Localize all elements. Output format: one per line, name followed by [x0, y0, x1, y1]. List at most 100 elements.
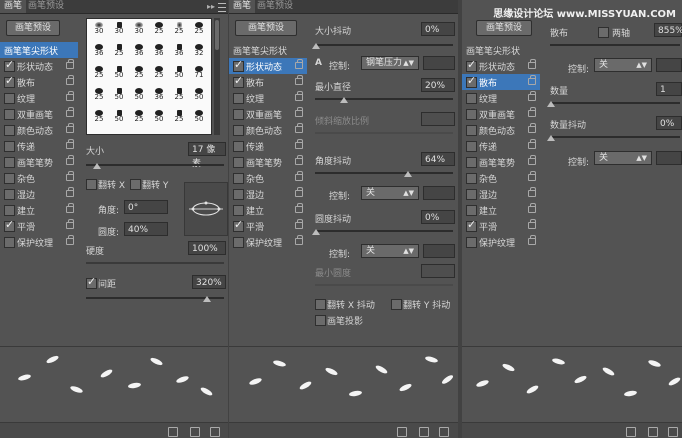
control-dropdown-1[interactable]: 关 ▲▼ [594, 58, 652, 72]
spacing-checkbox[interactable] [86, 275, 97, 289]
brush-tip-cell[interactable]: 50 [109, 87, 129, 101]
control-2-field[interactable] [423, 186, 455, 200]
list-item-build-up[interactable]: 建立 [462, 202, 540, 218]
min-diameter-thumb[interactable] [340, 97, 348, 103]
lock-icon[interactable] [66, 59, 74, 69]
lock-icon[interactable] [66, 91, 74, 101]
checkbox[interactable] [233, 74, 244, 88]
scatter-slider[interactable] [550, 44, 680, 46]
lock-icon[interactable] [528, 75, 536, 85]
spacing-slider-thumb[interactable] [203, 296, 211, 302]
count-field[interactable]: 1 [656, 82, 682, 96]
flip-x-checkbox[interactable] [86, 179, 97, 190]
new-brush-icon[interactable] [648, 427, 658, 437]
checkbox[interactable] [233, 189, 244, 200]
lock-icon[interactable] [66, 139, 74, 149]
checkbox[interactable] [466, 93, 477, 104]
list-item-color-dynamics[interactable]: 颜色动态 [229, 122, 307, 138]
lock-icon[interactable] [295, 235, 303, 245]
control-3-field[interactable] [423, 244, 455, 258]
roundness-jitter-thumb[interactable] [312, 229, 320, 235]
list-item-scattering[interactable]: 散布 [462, 74, 540, 90]
brush-tip-cell[interactable]: 25 [189, 21, 209, 35]
angle-field[interactable]: 0° [124, 200, 168, 214]
checkbox[interactable] [466, 125, 477, 136]
brush-tip-cell[interactable]: 36 [129, 43, 149, 57]
checkbox[interactable] [466, 173, 477, 184]
checkbox[interactable] [4, 109, 15, 120]
roundness-jitter-field[interactable]: 0% [421, 210, 455, 224]
lock-icon[interactable] [528, 219, 536, 229]
brush-tip-cell[interactable]: 32 [189, 43, 209, 57]
list-item-shape-dynamics[interactable]: 形状动态 [229, 58, 307, 74]
brush-tip-cell[interactable]: 36 [89, 43, 109, 57]
lock-icon[interactable] [295, 75, 303, 85]
size-slider[interactable] [86, 164, 224, 166]
checkbox[interactable] [466, 237, 477, 248]
list-item-dual-brush[interactable]: 双重画笔 [462, 106, 540, 122]
brush-tip-cell[interactable]: 25 [89, 87, 109, 101]
list-item-noise[interactable]: 杂色 [229, 170, 307, 186]
list-item-scattering[interactable]: 散布 [0, 74, 78, 90]
list-item-transfer[interactable]: 传递 [0, 138, 78, 154]
brush-tip-cell[interactable]: 36 [149, 43, 169, 57]
list-item-texture[interactable]: 纹理 [229, 90, 307, 106]
list-item-wet-edges[interactable]: 湿边 [0, 186, 78, 202]
lock-icon[interactable] [295, 107, 303, 117]
checkbox[interactable] [233, 237, 244, 248]
list-item-shape-dynamics[interactable]: 形状动态 [462, 58, 540, 74]
count-thumb[interactable] [547, 101, 555, 107]
size-field[interactable]: 17 像素 [188, 142, 226, 169]
panel-menu-icon[interactable] [218, 3, 226, 12]
brush-tip-cell[interactable]: 50 [169, 65, 189, 79]
checkbox[interactable] [4, 218, 15, 232]
brush-tip-cell[interactable]: 25 [149, 65, 169, 79]
lock-icon[interactable] [295, 123, 303, 133]
checkbox[interactable] [233, 157, 244, 168]
brush-tip-cell[interactable]: 25 [129, 109, 149, 123]
list-item-noise[interactable]: 杂色 [0, 170, 78, 186]
list-item-build-up[interactable]: 建立 [229, 202, 307, 218]
brush-tip-cell[interactable]: 36 [169, 43, 189, 57]
list-item-wet-edges[interactable]: 湿边 [462, 186, 540, 202]
list-item-tip-shape[interactable]: 画笔笔尖形状 [462, 42, 540, 58]
list-item-wet-edges[interactable]: 湿边 [229, 186, 307, 202]
checkbox[interactable] [233, 173, 244, 184]
checkbox[interactable] [4, 141, 15, 152]
tab-brush-presets[interactable]: 画笔预设 [24, 0, 68, 13]
brush-tip-cell[interactable]: 25 [89, 65, 109, 79]
checkbox[interactable] [4, 125, 15, 136]
checkbox[interactable] [466, 109, 477, 120]
lock-icon[interactable] [66, 107, 74, 117]
tab-brush-presets[interactable]: 画笔预设 [253, 0, 297, 13]
list-item-shape-dynamics[interactable]: 形状动态 [0, 58, 78, 74]
size-slider-thumb[interactable] [93, 163, 101, 169]
checkbox[interactable] [466, 205, 477, 216]
control-dropdown-2[interactable]: 关 ▲▼ [594, 151, 652, 165]
list-item-tip-shape[interactable]: 画笔笔尖形状 [229, 42, 307, 58]
lock-icon[interactable] [295, 203, 303, 213]
fade-field[interactable] [423, 56, 455, 70]
brush-projection-checkbox[interactable] [315, 315, 326, 326]
list-item-smoothing[interactable]: 平滑 [229, 218, 307, 234]
tab-brush[interactable]: 画笔 [229, 0, 256, 13]
both-axes-checkbox[interactable] [598, 27, 609, 38]
checkbox[interactable] [4, 58, 15, 72]
lock-icon[interactable] [528, 91, 536, 101]
lock-icon[interactable] [66, 155, 74, 165]
checkbox[interactable] [4, 237, 15, 248]
brush-tip-cell[interactable]: 25 [169, 21, 189, 35]
brush-tip-cell[interactable]: 50 [129, 87, 149, 101]
list-item-build-up[interactable]: 建立 [0, 202, 78, 218]
brush-tip-cell[interactable]: 30 [89, 21, 109, 35]
checkbox[interactable] [4, 205, 15, 216]
flip-y-jitter-checkbox[interactable] [391, 299, 402, 310]
brush-presets-button[interactable]: 画笔预设 [235, 20, 297, 36]
count-jitter-thumb[interactable] [547, 135, 555, 141]
brush-tip-cell[interactable]: 30 [129, 21, 149, 35]
brush-tip-cell[interactable]: 50 [109, 109, 129, 123]
control-dropdown-1[interactable]: 钢笔压力 ▲▼ [361, 56, 419, 70]
checkbox[interactable] [233, 125, 244, 136]
collapse-arrows-icon[interactable]: ▸▸ [207, 0, 215, 13]
toggle-bristle-icon[interactable] [168, 427, 178, 437]
